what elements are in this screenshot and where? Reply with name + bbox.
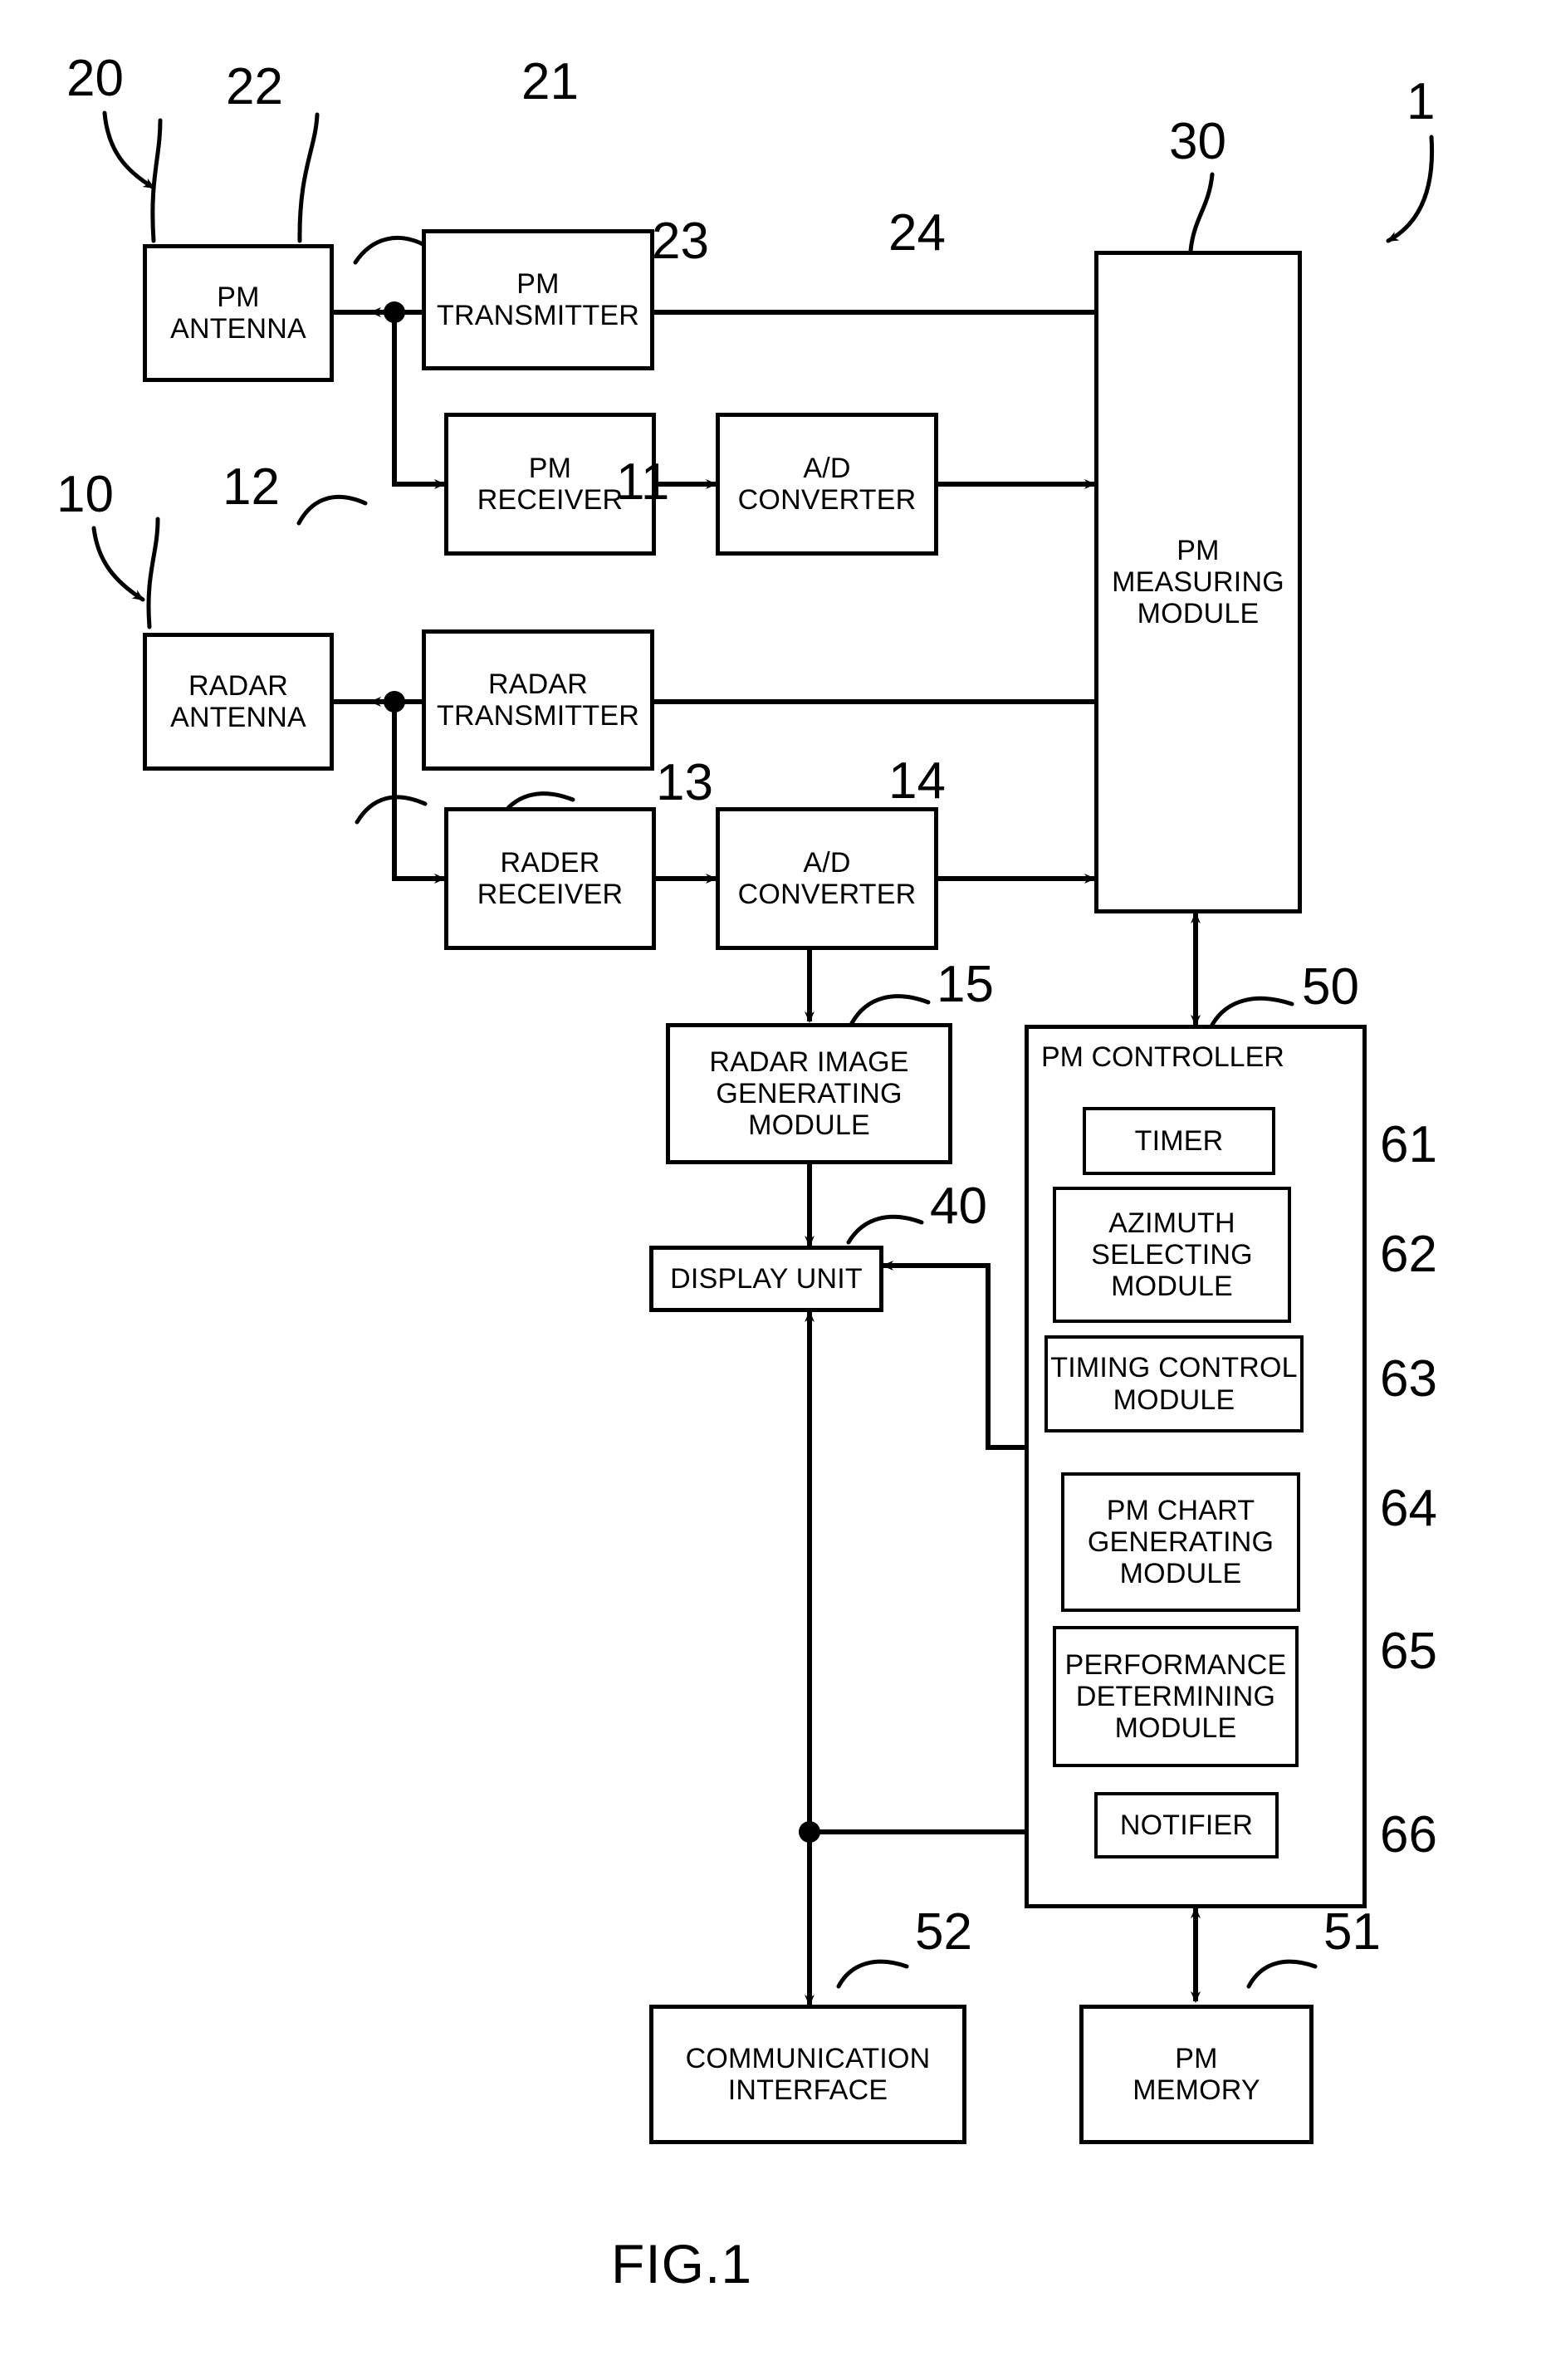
block-notifier[interactable]: NOTIFIER [1094,1792,1279,1858]
block-label: RADAR ANTENNA [170,669,306,733]
ref-numeral-30: 30 [1169,113,1226,170]
ref-numeral-1: 1 [1406,73,1436,130]
ref-numeral-52: 52 [915,1903,972,1961]
block-label: RADER RECEIVER [477,846,624,910]
figure-canvas: PM ANTENNA PM TRANSMITTER PM RECEIVER A/… [0,0,1541,2380]
ref-numeral-63: 63 [1380,1350,1437,1408]
block-performance-determining-module[interactable]: PERFORMANCE DETERMINING MODULE [1053,1626,1299,1767]
block-label: COMMUNICATION INTERFACE [685,2042,931,2106]
ref-numeral-11: 11 [616,453,670,511]
block-label: PM RECEIVER [477,452,624,516]
block-label: A/D CONVERTER [737,846,917,910]
block-pm-measuring-module[interactable]: PM MEASURING MODULE [1094,251,1302,913]
ref-numeral-50: 50 [1302,958,1359,1016]
block-azimuth-selecting-module[interactable]: AZIMUTH SELECTING MODULE [1053,1187,1291,1323]
ref-numeral-24: 24 [888,204,946,262]
ref-numeral-22: 22 [226,58,283,115]
ref-numeral-10: 10 [56,466,114,523]
pm-controller-title: PM CONTROLLER [1041,1041,1284,1073]
ref-numeral-61: 61 [1380,1116,1437,1173]
block-label: PM CHART GENERATING MODULE [1087,1494,1274,1590]
ref-numeral-14: 14 [888,752,946,810]
block-pm-ad-converter[interactable]: A/D CONVERTER [716,413,938,556]
block-label: TIMING CONTROL MODULE [1050,1352,1298,1416]
block-label: PM ANTENNA [170,281,306,345]
ref-numeral-40: 40 [930,1178,987,1235]
block-radar-ad-converter[interactable]: A/D CONVERTER [716,807,938,950]
ref-numeral-66: 66 [1380,1806,1437,1863]
block-label: PM TRANSMITTER [437,267,639,331]
ref-numeral-51: 51 [1323,1903,1381,1961]
block-display-unit[interactable]: DISPLAY UNIT [649,1246,883,1312]
ref-numeral-20: 20 [66,50,124,107]
ref-numeral-65: 65 [1380,1623,1437,1680]
ref-numeral-64: 64 [1380,1480,1437,1537]
block-label: TIMER [1134,1124,1224,1157]
block-radar-receiver[interactable]: RADER RECEIVER [444,807,656,950]
ref-numeral-62: 62 [1380,1226,1437,1283]
block-label: NOTIFIER [1119,1809,1254,1841]
ref-numeral-23: 23 [652,213,709,270]
ref-numeral-12: 12 [223,458,280,516]
junction-dot-radar [384,691,405,713]
block-label: PM MEMORY [1133,2042,1260,2106]
block-timer[interactable]: TIMER [1083,1107,1275,1175]
block-label: PM MEASURING MODULE [1112,534,1284,630]
junction-dot-pm [384,301,405,323]
block-radar-transmitter[interactable]: RADAR TRANSMITTER [422,629,654,771]
block-label: RADAR TRANSMITTER [437,668,639,732]
figure-caption: FIG.1 [611,2233,753,2294]
block-radar-image-generating-module[interactable]: RADAR IMAGE GENERATING MODULE [666,1023,952,1164]
junction-dot-notifier [799,1821,820,1843]
block-label: PERFORMANCE DETERMINING MODULE [1064,1648,1287,1745]
ref-numeral-21: 21 [521,53,579,110]
block-communication-interface[interactable]: COMMUNICATION INTERFACE [649,2005,966,2144]
ref-numeral-13: 13 [656,754,713,811]
block-pm-transmitter[interactable]: PM TRANSMITTER [422,229,654,370]
block-pm-chart-generating-module[interactable]: PM CHART GENERATING MODULE [1061,1472,1300,1612]
block-pm-antenna[interactable]: PM ANTENNA [143,244,334,382]
block-label: RADAR IMAGE GENERATING MODULE [709,1046,909,1142]
block-pm-memory[interactable]: PM MEMORY [1079,2005,1314,2144]
block-label: DISPLAY UNIT [670,1262,863,1295]
block-label: AZIMUTH SELECTING MODULE [1091,1207,1253,1303]
block-radar-antenna[interactable]: RADAR ANTENNA [143,633,334,771]
block-timing-control-module[interactable]: TIMING CONTROL MODULE [1044,1335,1304,1432]
ref-numeral-15: 15 [937,956,994,1013]
block-label: A/D CONVERTER [737,452,917,516]
